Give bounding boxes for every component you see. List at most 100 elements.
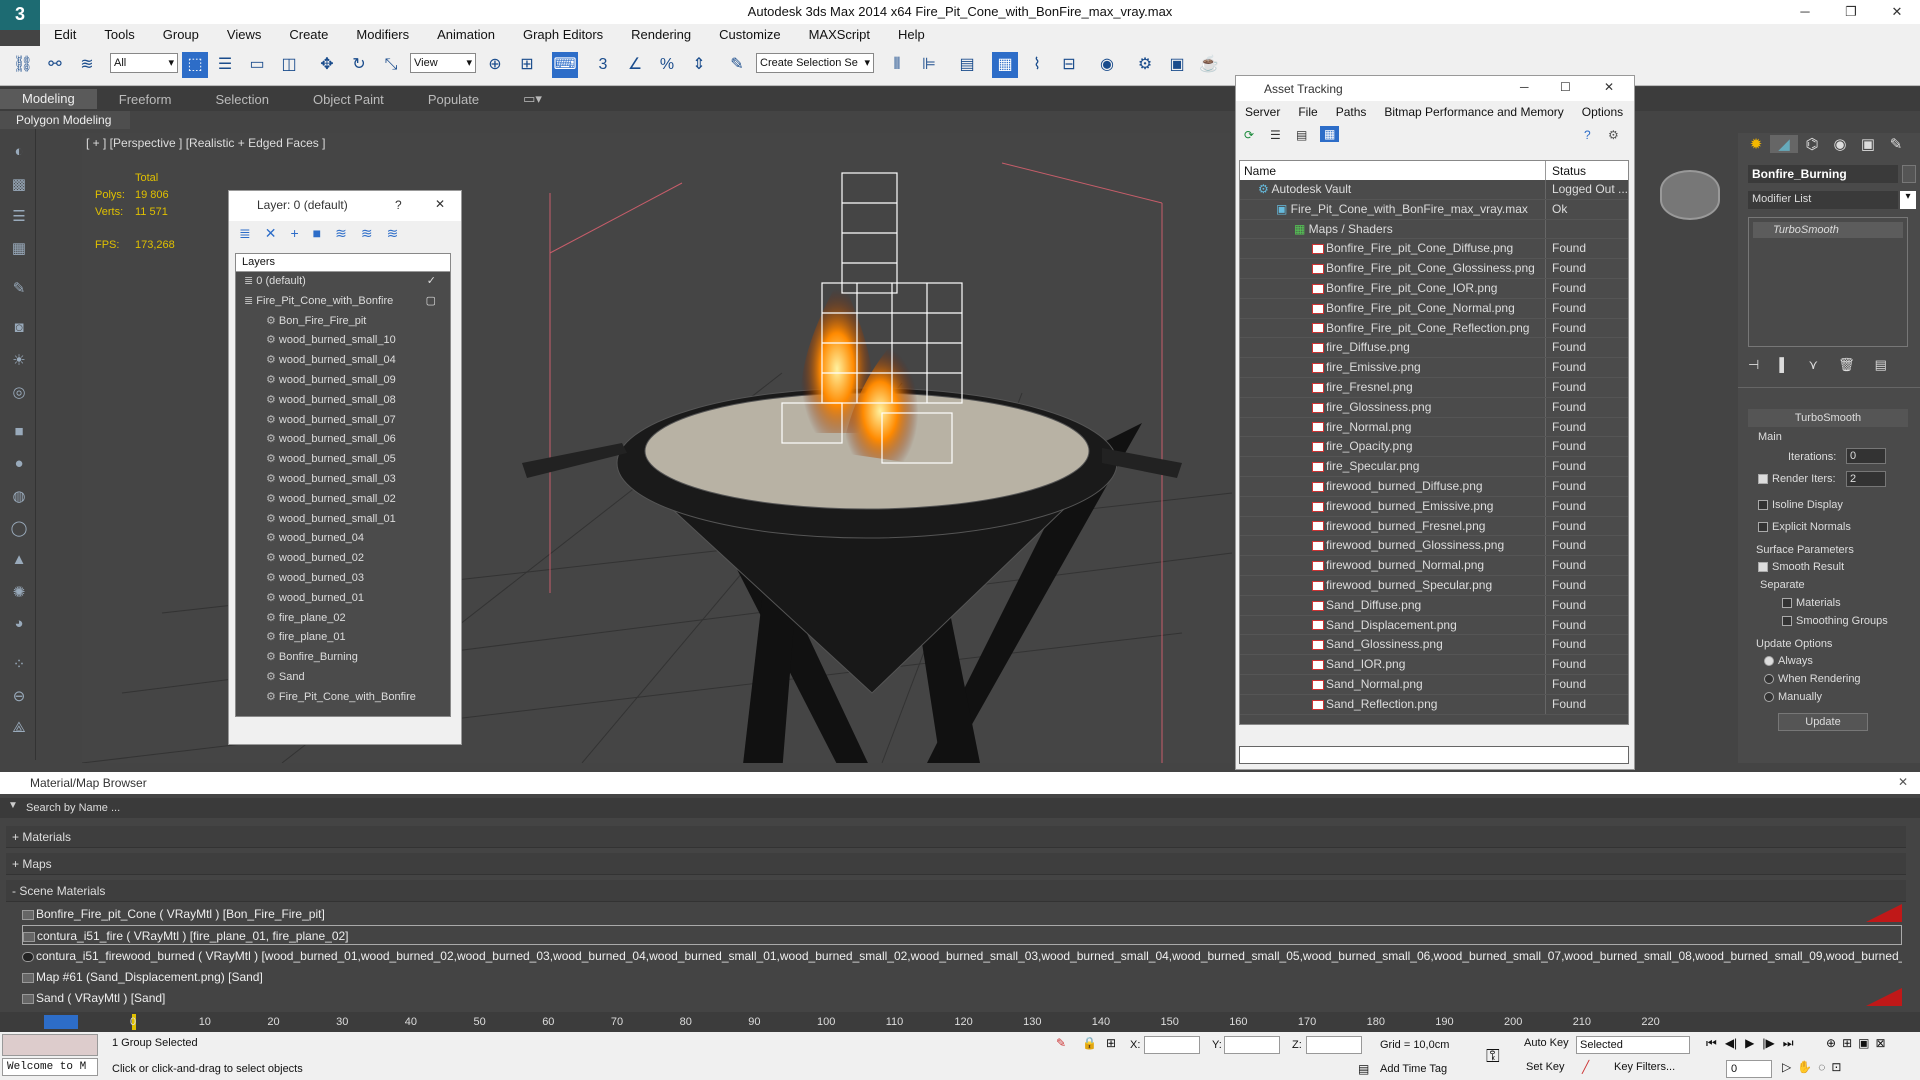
update-button[interactable]: Update	[1778, 713, 1868, 731]
layer-row[interactable]: ⚙ wood_burned_02	[236, 549, 450, 569]
turbosmooth-rollout-title[interactable]: TurboSmooth	[1748, 409, 1908, 427]
layer-row[interactable]: ⚙ Fire_Pit_Cone_with_Bonfire	[236, 688, 450, 708]
make-unique-icon[interactable]: ⋎	[1809, 357, 1839, 372]
always-radio[interactable]	[1764, 656, 1774, 667]
close-icon[interactable]: ✕	[1604, 80, 1614, 94]
add-time-tag-icon[interactable]: ▤	[1358, 1062, 1369, 1076]
pin-stack-icon[interactable]: ⊣	[1748, 357, 1779, 372]
smooth-result-checkbox[interactable]	[1758, 562, 1768, 573]
show-end-result-icon[interactable]: ▌	[1779, 357, 1808, 372]
key-filters-button[interactable]: Key Filters...	[1614, 1061, 1675, 1073]
material-editor-icon[interactable]: ◉	[1094, 52, 1120, 78]
asset-menu-paths[interactable]: Paths	[1327, 101, 1376, 123]
asset-row[interactable]: firewood_burned_Fresnel.png Found	[1240, 516, 1628, 537]
tab-object-paint[interactable]: Object Paint	[291, 92, 406, 107]
name-column-header[interactable]: Name	[1240, 161, 1546, 180]
tab-modeling[interactable]: Modeling	[0, 89, 97, 109]
fire-pit-model[interactable]	[522, 172, 1182, 813]
menu-edit[interactable]: Edit	[40, 24, 90, 46]
key-icon[interactable]: ⚿	[1486, 1046, 1500, 1067]
paint-icon[interactable]: ✎	[8, 279, 30, 301]
iterations-spinner[interactable]: 0	[1846, 448, 1886, 464]
polygon-modeling-label[interactable]: Polygon Modeling	[0, 111, 130, 129]
add-to-layer-icon[interactable]: +	[290, 225, 312, 241]
restore-icon[interactable]: ❐	[1828, 0, 1874, 24]
material-search-input[interactable]: Search by Name ...	[0, 798, 1920, 818]
status-column-header[interactable]: Status	[1546, 161, 1592, 180]
object-color-swatch[interactable]	[1902, 165, 1916, 183]
current-frame-field[interactable]: 0	[1726, 1060, 1772, 1078]
menu-modifiers[interactable]: Modifiers	[342, 24, 423, 46]
key-set-dropdown[interactable]: Selected	[1576, 1036, 1690, 1054]
tube-icon[interactable]: ⊖	[8, 687, 30, 709]
close-icon[interactable]: ✕	[435, 197, 445, 211]
utilities-tab-icon[interactable]: ✎	[1882, 135, 1910, 153]
motion-tab-icon[interactable]: ◉	[1826, 135, 1854, 153]
asset-row[interactable]: Sand_Displacement.png Found	[1240, 615, 1628, 636]
layer-row[interactable]: ⚙ Bonfire_Burning	[236, 648, 450, 668]
asset-row[interactable]: Sand_Diffuse.png Found	[1240, 595, 1628, 616]
asset-row[interactable]: firewood_burned_Diffuse.png Found	[1240, 476, 1628, 497]
camera-icon[interactable]: ◙	[8, 319, 30, 341]
remove-modifier-icon[interactable]: 🗑	[1838, 357, 1875, 372]
scale-icon[interactable]: ⤡	[378, 52, 404, 78]
close-icon[interactable]: ✕	[1874, 0, 1920, 24]
layer-row[interactable]: ⚙ wood_burned_01	[236, 589, 450, 609]
asset-row[interactable]: fire_Opacity.png Found	[1240, 437, 1628, 458]
menu-help[interactable]: Help	[884, 24, 939, 46]
select-manipulate-icon[interactable]: ⊞	[514, 52, 540, 78]
stack-item-turbosmooth[interactable]: TurboSmooth	[1753, 222, 1903, 238]
asset-menu-server[interactable]: Server	[1236, 101, 1289, 123]
scene-material-item[interactable]: contura_i51_firewood_burned ( VRayMtl ) …	[22, 946, 1902, 966]
viewport-label[interactable]: [ + ] [Perspective ] [Realistic + Edged …	[86, 136, 325, 150]
modifier-list-dropdown[interactable]: Modifier List	[1748, 191, 1898, 209]
create-tab-icon[interactable]: ✹	[1742, 135, 1770, 153]
layer-row[interactable]: ⚙ fire_plane_02	[236, 609, 450, 629]
window-crossing-icon[interactable]: ◫	[276, 52, 302, 78]
asset-path-field[interactable]	[1239, 746, 1629, 764]
layer-row[interactable]: ⚙ wood_burned_small_04	[236, 351, 450, 371]
layer-row[interactable]: ⚙ wood_burned_small_06	[236, 430, 450, 450]
zoom-all-icon[interactable]: ⊞	[1842, 1036, 1852, 1050]
layer-row[interactable]: ⚙ wood_burned_small_02	[236, 490, 450, 510]
sphere-icon[interactable]: ●	[8, 455, 30, 477]
asset-row[interactable]: fire_Specular.png Found	[1240, 457, 1628, 477]
selection-region-icon[interactable]: ▭	[244, 52, 270, 78]
keyboard-shortcut-override-icon[interactable]: ⌨	[552, 52, 578, 78]
scene-material-item[interactable]: Sand ( VRayMtl ) [Sand]	[22, 988, 1902, 1008]
create-shape-icon[interactable]: ◐	[8, 143, 30, 165]
asset-row[interactable]: ⚙ Autodesk Vault Logged Out ...	[1240, 180, 1628, 200]
asset-row[interactable]: Sand_Reflection.png Found	[1240, 694, 1628, 715]
layer-row[interactable]: ⚙ wood_burned_small_07	[236, 411, 450, 431]
asset-menu-file[interactable]: File	[1289, 101, 1326, 123]
asset-row[interactable]: firewood_burned_Normal.png Found	[1240, 556, 1628, 576]
asset-row[interactable]: ▦ Maps / Shaders	[1240, 219, 1628, 240]
layer-row[interactable]: ⚙ wood_burned_03	[236, 569, 450, 589]
angle-snap-icon[interactable]: ∠	[622, 52, 648, 78]
layer-row[interactable]: ⚙ Sand	[236, 668, 450, 688]
field-of-view-icon[interactable]: ▷	[1782, 1060, 1791, 1074]
layer-row[interactable]: ⚙ wood_burned_small_08	[236, 391, 450, 411]
app-logo-icon[interactable]: 3	[0, 0, 40, 30]
object-name-field[interactable]: Bonfire_Burning	[1748, 165, 1898, 183]
asset-menu-options[interactable]: Options	[1573, 101, 1632, 123]
asset-row[interactable]: Sand_IOR.png Found	[1240, 655, 1628, 675]
asset-row[interactable]: fire_Emissive.png Found	[1240, 358, 1628, 378]
image-icon[interactable]: ▩	[8, 175, 30, 197]
link-icon[interactable]: ⛓	[10, 52, 36, 78]
tab-selection[interactable]: Selection	[194, 92, 291, 107]
render-iters-checkbox[interactable]	[1758, 474, 1768, 485]
menu-tools[interactable]: Tools	[90, 24, 148, 46]
go-to-start-icon[interactable]: ⏮	[1706, 1036, 1717, 1051]
zoom-extents-all-icon[interactable]: ⊠	[1875, 1036, 1885, 1050]
asset-row[interactable]: fire_Normal.png Found	[1240, 417, 1628, 438]
time-slider[interactable]	[44, 1015, 78, 1029]
select-by-name-icon[interactable]: ☰	[212, 52, 238, 78]
current-layer-check-icon[interactable]: ✓	[427, 272, 436, 292]
manually-radio[interactable]	[1764, 692, 1774, 703]
unlink-icon[interactable]: ⚯	[42, 52, 68, 78]
materials-checkbox[interactable]	[1782, 598, 1792, 609]
set-key-icon[interactable]: ╱	[1582, 1060, 1589, 1074]
go-to-end-icon[interactable]: ⏭	[1783, 1036, 1794, 1051]
asset-row[interactable]: firewood_burned_Specular.png Found	[1240, 575, 1628, 596]
